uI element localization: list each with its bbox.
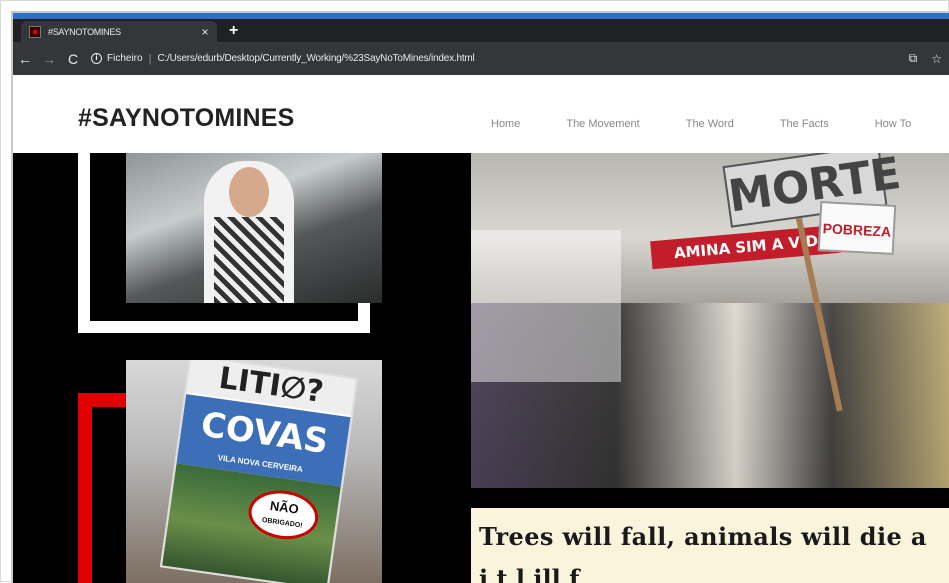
tab-title: #SAYNOTOMINES [48,26,121,37]
site-logo[interactable]: #SAYNOTOMINES [78,104,295,133]
bookmark-star-icon[interactable]: ☆ [931,52,942,66]
forward-arrow-icon[interactable]: → [37,51,61,67]
site-header: #SAYNOTOMINES Home The Movement The Word… [13,75,949,153]
close-tab-icon[interactable]: × [197,25,213,39]
menu-item-the-movement[interactable]: The Movement [566,118,639,130]
scheme-label: Ficheiro [107,53,143,64]
tab-strip: #SAYNOTOMINES × + [13,19,949,42]
browser-window: #SAYNOTOMINES × + ← → C i Ficheiro | C:/… [11,11,949,583]
browser-tab[interactable]: #SAYNOTOMINES × [21,21,217,42]
menu-item-how-to[interactable]: How To [875,118,911,130]
quote-line-2: i t l ill f [479,564,580,583]
protester-head [229,167,269,217]
page-content: LITI∅? COVAS VILA NOVA CERVEIRA NÃO OBRI… [13,143,949,583]
menu-item-home[interactable]: Home [491,118,520,130]
hover-overlay [471,230,621,382]
screenshot-frame: #SAYNOTOMINES × + ← → C i Ficheiro | C:/… [0,0,949,583]
reload-icon[interactable]: C [61,51,85,67]
quote-line-1: Trees will fall, animals will die a [479,522,927,551]
protest-sign: LITI∅? COVAS VILA NOVA CERVEIRA NÃO OBRI… [159,360,359,583]
url-separator: | [148,52,152,65]
site-menu: Home The Movement The Word The Facts How… [491,118,949,130]
march-photo: AMINA SIM A VID MORTE POBREZA [471,153,949,488]
menu-item-the-facts[interactable]: The Facts [780,118,829,130]
back-arrow-icon[interactable]: ← [13,51,37,67]
url-text[interactable]: C:/Users/edurb/Desktop/Currently_Working… [157,53,474,64]
protest-sign-photo: LITI∅? COVAS VILA NOVA CERVEIRA NÃO OBRI… [126,360,382,583]
pobreza-sign: POBREZA [817,201,897,255]
protester-scarf [214,217,284,303]
favicon-icon [29,25,41,38]
address-bar[interactable]: i Ficheiro | C:/Users/edurb/Desktop/Curr… [91,47,909,71]
new-tab-icon[interactable]: + [229,22,238,40]
toolbar-actions: ⧉ ☆ [909,51,942,66]
quote-box: Trees will fall, animals will die a i t … [471,508,949,583]
browser-toolbar: ← → C i Ficheiro | C:/Users/edurb/Deskto… [13,42,949,75]
translate-icon[interactable]: ⧉ [909,51,918,66]
menu-item-the-word[interactable]: The Word [686,118,734,130]
march-banner: AMINA SIM A VID [650,224,842,270]
protester-photo [126,153,382,303]
info-icon[interactable]: i [91,53,102,64]
